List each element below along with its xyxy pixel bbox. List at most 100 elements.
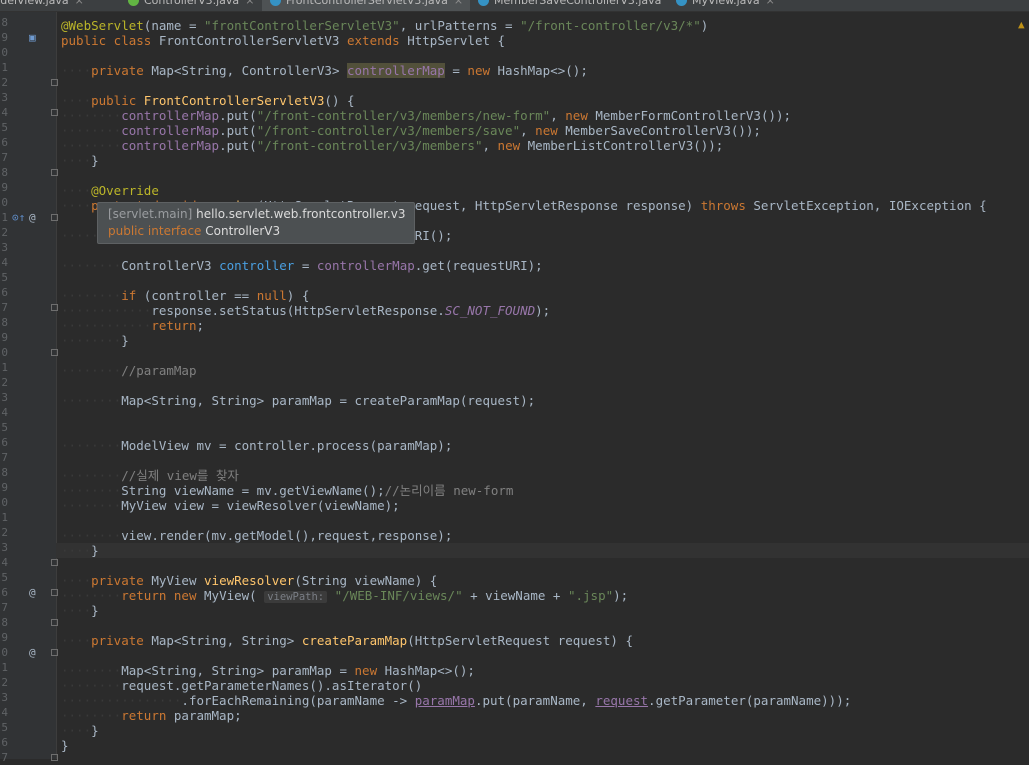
fold-marker-icon[interactable] [51, 79, 58, 86]
line-number[interactable]: 2 [0, 375, 8, 390]
code-line[interactable] [61, 273, 1029, 288]
line-number[interactable]: 3 [0, 240, 8, 255]
line-number[interactable]: 2 [0, 75, 8, 90]
fold-marker-icon[interactable] [51, 214, 58, 221]
annotation-icon[interactable]: @ [29, 210, 36, 225]
code-line[interactable] [61, 408, 1029, 423]
line-number[interactable]: 9 [0, 30, 8, 45]
line-number[interactable]: 9 [0, 630, 8, 645]
line-number[interactable]: 7 [0, 450, 8, 465]
code-line[interactable] [61, 378, 1029, 393]
line-number[interactable]: 9 [0, 330, 8, 345]
line-number[interactable]: 4 [0, 555, 8, 570]
fold-marker-icon[interactable] [51, 109, 58, 116]
line-number[interactable]: 6 [0, 735, 8, 750]
code-line[interactable]: ····} [56, 543, 1029, 558]
code-line[interactable] [61, 168, 1029, 183]
line-number[interactable]: 3 [0, 90, 8, 105]
fold-marker-icon[interactable] [51, 754, 58, 761]
line-number[interactable]: 1 [0, 60, 8, 75]
code-line[interactable]: ····} [61, 723, 1029, 738]
code-line[interactable]: @WebServlet(name = "frontControllerServl… [61, 18, 1029, 33]
line-number[interactable]: 7 [0, 600, 8, 615]
line-number[interactable]: 6 [0, 285, 8, 300]
line-number[interactable]: 6 [0, 435, 8, 450]
line-number[interactable]: 3 [0, 390, 8, 405]
code-line[interactable]: ············response.setStatus(HttpServl… [61, 303, 1029, 318]
code-line[interactable] [61, 513, 1029, 528]
fold-marker-icon[interactable] [51, 304, 58, 311]
line-number[interactable]: 7 [0, 300, 8, 315]
code-line[interactable]: ····} [61, 153, 1029, 168]
code-line[interactable]: public class FrontControllerServletV3 ex… [61, 33, 1029, 48]
code-line[interactable] [61, 453, 1029, 468]
code-line[interactable] [61, 648, 1029, 663]
line-number[interactable]: 0 [0, 495, 8, 510]
code-line[interactable]: ········controllerMap.put("/front-contro… [61, 138, 1029, 153]
line-number[interactable]: 1 [0, 360, 8, 375]
line-number[interactable]: 4 [0, 405, 8, 420]
line-number[interactable]: 8 [0, 165, 8, 180]
code-line[interactable] [61, 3, 1029, 18]
line-number[interactable]: 8 [0, 15, 8, 30]
line-number[interactable]: 0 [0, 45, 8, 60]
line-number[interactable]: 9 [0, 180, 8, 195]
code-line[interactable]: ················.forEachRemaining(paramN… [61, 693, 1029, 708]
code-line[interactable]: ····private Map<String, ControllerV3> co… [61, 63, 1029, 78]
line-number[interactable]: 5 [0, 720, 8, 735]
line-number[interactable]: 0 [0, 345, 8, 360]
fold-marker-icon[interactable] [51, 619, 58, 626]
fold-marker-icon[interactable] [51, 559, 58, 566]
code-line[interactable] [61, 48, 1029, 63]
code-line[interactable] [61, 78, 1029, 93]
line-number[interactable]: 8 [0, 315, 8, 330]
override-method-icon[interactable]: ⊙↑ [12, 210, 25, 225]
code-line[interactable]: ····private Map<String, String> createPa… [61, 633, 1029, 648]
line-number[interactable]: 3 [0, 540, 8, 555]
code-line[interactable] [61, 243, 1029, 258]
line-number[interactable]: 2 [0, 225, 8, 240]
code-line[interactable]: ········return new MyView( viewPath: "/W… [61, 588, 1029, 603]
code-line[interactable]: ········if (controller == null) { [61, 288, 1029, 303]
code-line[interactable]: ········//paramMap [61, 363, 1029, 378]
code-line[interactable] [61, 558, 1029, 573]
line-number[interactable]: 2 [0, 675, 8, 690]
code-line[interactable]: ········} [61, 333, 1029, 348]
code-editor[interactable]: @WebServlet(name = "frontControllerServl… [56, 0, 1029, 759]
line-number[interactable]: 5 [0, 420, 8, 435]
line-number[interactable]: 4 [0, 255, 8, 270]
line-number[interactable]: 3 [0, 690, 8, 705]
code-line[interactable]: ········ModelView mv = controller.proces… [61, 438, 1029, 453]
code-line[interactable]: ········ControllerV3 controller = contro… [61, 258, 1029, 273]
line-number[interactable]: 1 [0, 210, 8, 225]
warning-icon[interactable]: ▲ [1018, 18, 1025, 31]
code-line[interactable]: ····private MyView viewResolver(String v… [61, 573, 1029, 588]
fold-marker-icon[interactable] [51, 649, 58, 656]
line-number[interactable]: 8 [0, 615, 8, 630]
line-number[interactable]: 5 [0, 570, 8, 585]
line-number[interactable]: 5 [0, 270, 8, 285]
code-line[interactable] [61, 423, 1029, 438]
line-number[interactable]: 5 [0, 120, 8, 135]
code-line[interactable]: ····public FrontControllerServletV3() { [61, 93, 1029, 108]
line-number[interactable]: 7 [0, 750, 8, 765]
code-line[interactable]: ····@Override [61, 183, 1029, 198]
web-servlet-icon[interactable]: ▣ [29, 30, 36, 45]
line-number[interactable]: 7 [0, 150, 8, 165]
fold-marker-icon[interactable] [51, 169, 58, 176]
line-number[interactable]: 0 [0, 195, 8, 210]
line-number[interactable]: 0 [0, 645, 8, 660]
line-number[interactable]: 4 [0, 105, 8, 120]
line-number[interactable]: 1 [0, 510, 8, 525]
fold-marker-icon[interactable] [51, 349, 58, 356]
line-number[interactable]: 2 [0, 525, 8, 540]
line-number[interactable]: 1 [0, 660, 8, 675]
code-line[interactable] [61, 618, 1029, 633]
code-line[interactable]: ········controllerMap.put("/front-contro… [61, 108, 1029, 123]
code-line[interactable]: ········view.render(mv.getModel(),reques… [61, 528, 1029, 543]
fold-marker-icon[interactable] [51, 589, 58, 596]
line-number[interactable]: 4 [0, 705, 8, 720]
code-line[interactable]: ········return paramMap; [61, 708, 1029, 723]
line-number[interactable]: 6 [0, 135, 8, 150]
code-line[interactable]: ········//실제 view를 찾자 [61, 468, 1029, 483]
